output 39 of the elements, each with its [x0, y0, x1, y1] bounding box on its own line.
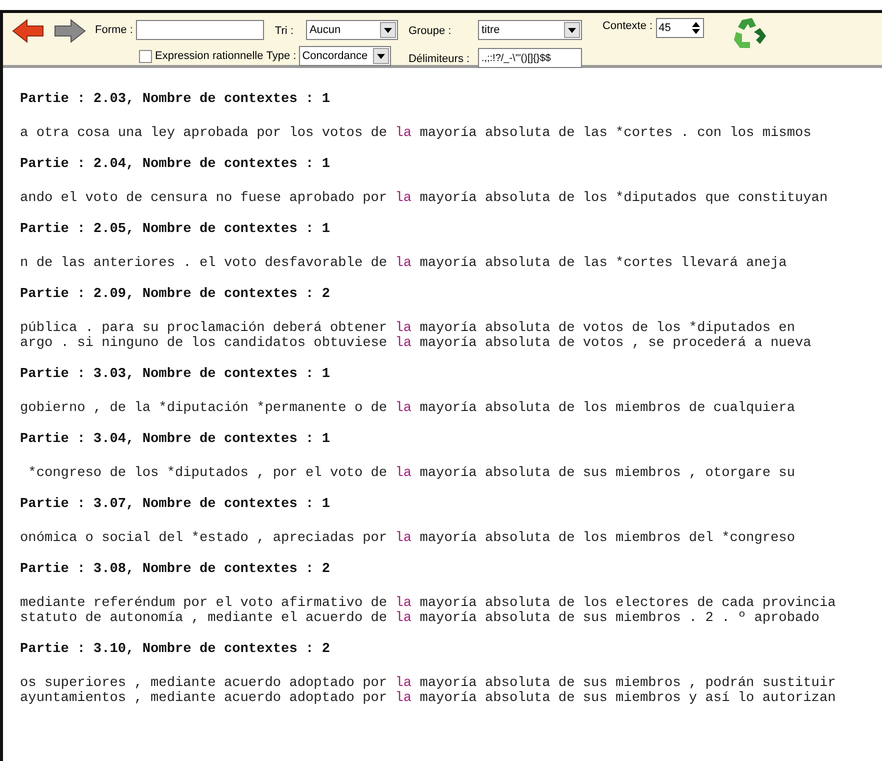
part-header: Partie : 2.05, Nombre de contextes : 1 — [20, 222, 331, 237]
context-spinner[interactable]: 45 — [656, 18, 704, 38]
concordance-line: mediante referéndum por el voto afirmativo de la mayoría absoluta de los electores de cada provincia — [20, 596, 837, 611]
regex-checkbox[interactable] — [139, 50, 152, 62]
delimiters-input[interactable]: .,;:!?/_-\'"()[]{}$$ — [478, 48, 582, 68]
group-label: Groupe : — [408, 25, 452, 37]
form-label: Forme : — [95, 22, 133, 38]
form-input[interactable] — [136, 20, 264, 40]
concordance-line: argo . si ninguno de los candidatos obtuviese la mayoría absoluta de votos , se procederá a nueva — [20, 336, 812, 351]
forward-arrow-icon[interactable] — [53, 18, 87, 44]
part-header: Partie : 2.04, Nombre de contextes : 1 — [20, 157, 331, 172]
delimiters-label: Délimiteurs : — [408, 53, 470, 65]
back-arrow-icon[interactable] — [11, 18, 45, 44]
concordance-line: ando el voto de censura no fuese aprobado por la mayoría absoluta de los *diputados que constituyan — [20, 191, 829, 206]
part-header: Partie : 2.09, Nombre de contextes : 2 — [20, 287, 331, 302]
context-label: Contexte : — [602, 19, 653, 34]
group-dropdown[interactable]: titre — [478, 20, 582, 40]
part-header: Partie : 2.03, Nombre de contextes : 1 — [20, 92, 331, 107]
type-dropdown[interactable]: Concordance — [299, 46, 392, 66]
concordance-line: ayuntamientos , mediante acuerdo adoptado por la mayoría absoluta de sus miembros y así lo autorizan — [20, 691, 837, 706]
spinner-arrows-icon[interactable] — [690, 21, 702, 35]
part-header: Partie : 3.04, Nombre de contextes : 1 — [20, 432, 331, 447]
concordance-line: onómica o social del *estado , apreciadas por la mayoría absoluta de los miembros del *congreso — [20, 531, 796, 546]
concordance-line: n de las anteriores . el voto desfavorable de la mayoría absoluta de las *cortes llevará aneja — [20, 256, 788, 271]
type-label: Type : — [266, 48, 296, 64]
sort-label: Tri : — [274, 25, 294, 37]
recycle-arrows-icon[interactable] — [732, 16, 768, 50]
concordance-line: pública . para su proclamación deberá obtener la mayoría absoluta de votos de los *diputados en — [20, 321, 796, 336]
part-header: Partie : 3.10, Nombre de contextes : 2 — [20, 642, 331, 657]
concordance-line: os superiores , mediante acuerdo adoptado por la mayoría absoluta de sus miembros , podrán sustituir — [20, 676, 837, 691]
regex-label: Expression rationnelle — [155, 48, 264, 64]
concordance-line: *congreso de los *diputados , por el voto de la mayoría absoluta de sus miembros , otorgare su — [27, 466, 796, 481]
part-header: Partie : 3.03, Nombre de contextes : 1 — [20, 367, 331, 382]
concordance-line: gobierno , de la *diputación *permanente o de la mayoría absoluta de los miembros de cualquiera — [20, 401, 796, 416]
concordance-line: statuto de autonomía , mediante el acuerdo de la mayoría absoluta de sus miembros . 2 . º aprobado — [20, 611, 820, 626]
part-header: Partie : 3.07, Nombre de contextes : 1 — [20, 497, 331, 512]
sort-dropdown[interactable]: Aucun — [306, 20, 398, 40]
part-header: Partie : 3.08, Nombre de contextes : 2 — [20, 562, 331, 577]
concordance-line: a otra cosa una ley aprobada por los votos de la mayoría absoluta de las *cortes . con los mismos — [20, 126, 812, 141]
